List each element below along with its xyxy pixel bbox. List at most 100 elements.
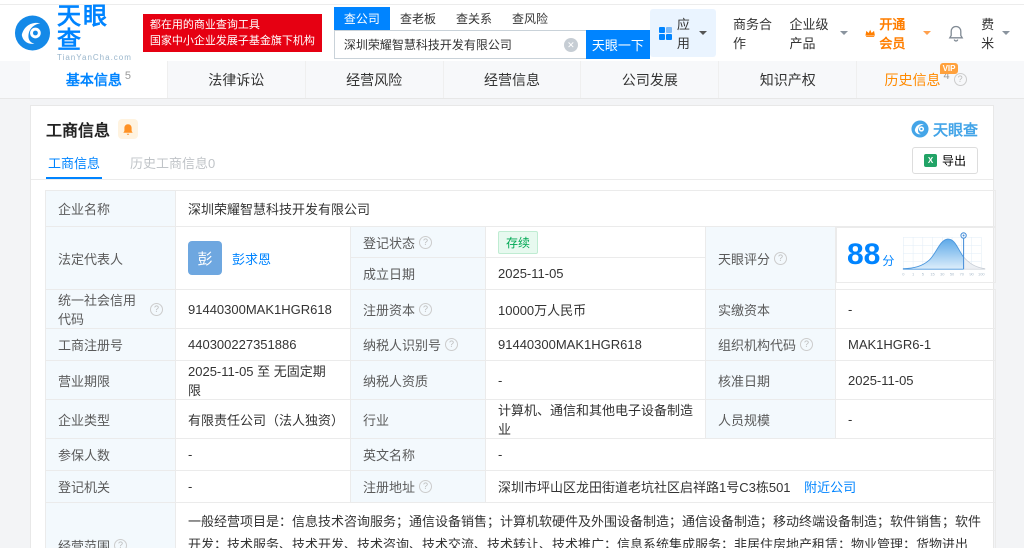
score-label: 天眼评分: [718, 249, 770, 268]
monitor-bell-icon[interactable]: [118, 119, 138, 139]
status-badge: 存续: [498, 231, 538, 254]
table-row: 工商注册号 440300227351886 纳税人识别号 91440300MAK…: [46, 329, 996, 361]
industry-label: 行业: [351, 400, 486, 439]
search-tab-company[interactable]: 查公司: [334, 7, 390, 30]
tab-intellectual-property[interactable]: 知识产权: [718, 61, 856, 98]
notification-bell-icon[interactable]: [948, 25, 964, 42]
tab-intellectual-property-label: 知识产权: [760, 70, 816, 90]
chevron-down-icon: [699, 31, 707, 39]
tab-operation-info[interactable]: 经营信息: [443, 61, 581, 98]
business-info-card: 工商信息 天眼查 工商信息 历史工商信息0 导出: [30, 105, 994, 548]
watermark-text: 天眼查: [933, 119, 978, 140]
score-value: 88: [847, 240, 880, 270]
svg-text:5: 5: [922, 271, 925, 276]
tab-basic-info-count: 5: [125, 70, 131, 82]
site-header: 天眼查 TianYanCha.com 都在用的商业查询工具 国家中小企业发展子基…: [0, 5, 1024, 61]
svg-text:100: 100: [978, 271, 985, 276]
search-button[interactable]: 天眼一下: [586, 30, 650, 59]
score-cell[interactable]: 88 分: [836, 227, 996, 283]
top-nav: 应用 商务合作 企业级产品 开通会员 费米: [650, 9, 1010, 57]
chevron-down-icon: [840, 31, 848, 39]
nav-apps[interactable]: 应用: [650, 9, 716, 57]
help-icon[interactable]: [419, 303, 432, 316]
svg-text:70: 70: [960, 271, 965, 276]
nav-enterprise-products[interactable]: 企业级产品: [789, 14, 848, 52]
nav-cooperation[interactable]: 商务合作: [733, 14, 773, 52]
nav-user-menu[interactable]: 费米: [981, 14, 1010, 52]
chevron-down-icon: [923, 31, 931, 39]
nav-cooperation-label: 商务合作: [733, 14, 773, 52]
english-name-value: -: [486, 439, 996, 471]
apps-grid-icon: [659, 27, 672, 40]
company-type-value: 有限责任公司（法人独资）: [176, 400, 351, 439]
reg-number-label: 工商注册号: [46, 329, 176, 361]
industry-value: 计算机、通信和其他电子设备制造业: [486, 400, 706, 439]
help-icon[interactable]: [419, 480, 432, 493]
tab-operation-risk-label: 经营风险: [346, 70, 402, 90]
search-tab-boss[interactable]: 查老板: [390, 7, 446, 30]
search-module: 查公司 查老板 查关系 查风险 天眼一下: [334, 7, 650, 59]
search-tab-risk[interactable]: 查风险: [502, 7, 558, 30]
brand-slogan: 都在用的商业查询工具 国家中小企业发展子基金旗下机构: [143, 14, 322, 52]
reg-capital-value: 10000万人民币: [486, 290, 706, 329]
score-label-cell: 天眼评分: [706, 227, 836, 290]
help-icon[interactable]: [800, 338, 813, 351]
approval-date-label: 核准日期: [706, 361, 836, 400]
search-tab-relation[interactable]: 查关系: [446, 7, 502, 30]
svg-text:90: 90: [970, 271, 975, 276]
nav-open-vip[interactable]: 开通会员: [865, 14, 931, 52]
reg-number-value: 440300227351886: [176, 329, 351, 361]
help-icon[interactable]: [114, 539, 127, 548]
tab-company-development[interactable]: 公司发展: [580, 61, 718, 98]
help-icon[interactable]: [445, 338, 458, 351]
business-term-label: 营业期限: [46, 361, 176, 400]
english-name-label: 英文名称: [351, 439, 486, 471]
logo-title: 天眼查: [57, 5, 133, 53]
paid-capital-value: -: [836, 290, 996, 329]
help-icon[interactable]: [774, 252, 787, 265]
table-row: 企业类型 有限责任公司（法人独资） 行业 计算机、通信和其他电子设备制造业 人员…: [46, 400, 996, 439]
export-button[interactable]: 导出: [912, 147, 978, 174]
nearby-companies-link[interactable]: 附近公司: [804, 480, 856, 495]
avatar[interactable]: 彭: [188, 241, 222, 275]
crown-icon: [865, 27, 875, 39]
search-input[interactable]: [334, 30, 586, 59]
tianyancha-watermark-icon: [911, 120, 929, 138]
svg-text:1: 1: [912, 271, 915, 276]
credit-code-value: 91440300MAK1HGR618: [176, 290, 351, 329]
org-code-value: MAK1HGR6-1: [836, 329, 996, 361]
help-icon[interactable]: [419, 236, 432, 249]
company-section-tabbar: 基本信息 5 法律诉讼 经营风险 经营信息 公司发展 知识产权 历史信息 4 V…: [0, 61, 1024, 99]
insured-value: -: [176, 439, 351, 471]
business-term-value: 2025-11-05 至 无固定期限: [176, 361, 351, 400]
nav-apps-label: 应用: [677, 14, 690, 52]
establish-date-label: 成立日期: [351, 258, 486, 289]
help-icon[interactable]: [954, 73, 967, 86]
company-name-label: 企业名称: [46, 191, 176, 227]
tianyancha-logo[interactable]: 天眼查 TianYanCha.com: [14, 5, 133, 62]
legal-rep-link[interactable]: 彭求恩: [232, 249, 271, 268]
paid-capital-label: 实缴资本: [706, 290, 836, 329]
taxpayer-quality-label: 纳税人资质: [351, 361, 486, 400]
subtab-history-business-info[interactable]: 历史工商信息0: [128, 145, 217, 179]
tab-basic-info-label: 基本信息: [66, 70, 122, 90]
help-icon[interactable]: [150, 303, 163, 316]
svg-text:30: 30: [940, 271, 945, 276]
tab-operation-risk[interactable]: 经营风险: [305, 61, 443, 98]
table-row: 法定代表人 彭 彭求恩 登记状态 存续 成立日期 2025-1: [46, 227, 996, 290]
clear-input-icon[interactable]: [564, 38, 578, 52]
tab-history-info-label: 历史信息: [885, 70, 941, 90]
table-row: 统一社会信用代码 91440300MAK1HGR618 注册资本 10000万人…: [46, 290, 996, 329]
subtab-business-info[interactable]: 工商信息: [46, 145, 102, 179]
taxpayer-id-label: 纳税人识别号: [363, 335, 441, 354]
reg-authority-value: -: [176, 471, 351, 503]
reg-status-label: 登记状态: [351, 227, 486, 258]
export-button-label: 导出: [942, 152, 966, 169]
tab-history-info[interactable]: 历史信息 4 VIP: [856, 61, 994, 98]
tab-legal-litigation[interactable]: 法律诉讼: [167, 61, 305, 98]
nav-open-vip-label: 开通会员: [879, 14, 915, 52]
credit-code-label: 统一社会信用代码: [58, 290, 146, 328]
tab-basic-info[interactable]: 基本信息 5: [30, 61, 167, 98]
legal-rep-label: 法定代表人: [46, 227, 176, 290]
table-row: 企业名称 深圳荣耀智慧科技开发有限公司: [46, 191, 996, 227]
